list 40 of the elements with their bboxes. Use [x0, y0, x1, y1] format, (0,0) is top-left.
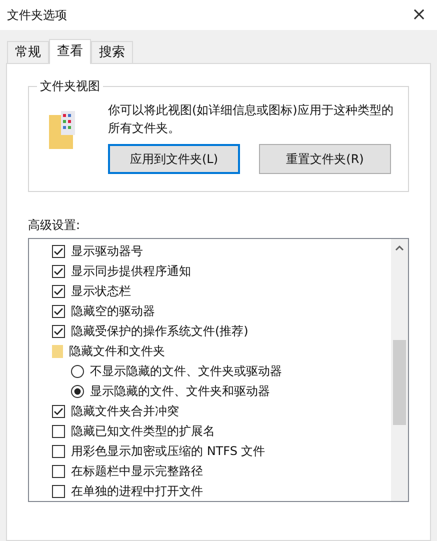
checkbox[interactable] — [52, 484, 65, 498]
setting-label: 隐藏受保护的操作系统文件(推荐) — [71, 323, 248, 340]
scroll-thumb[interactable] — [393, 340, 406, 425]
setting-label: 在标题栏中显示完整路径 — [71, 463, 203, 480]
radio-button[interactable] — [71, 384, 84, 398]
tab[interactable]: 常规 — [7, 41, 49, 63]
radio-button[interactable] — [71, 364, 84, 378]
window-title: 文件夹选项 — [7, 7, 67, 24]
tab[interactable]: 查看 — [49, 39, 91, 64]
setting-label: 用彩色显示加密或压缩的 NTFS 文件 — [71, 443, 266, 460]
scroll-up-icon[interactable] — [395, 245, 404, 251]
setting-label: 显示隐藏的文件、文件夹和驱动器 — [90, 383, 270, 400]
description-text: 你可以将此视图(如详细信息或图标)应用于这种类型的所有文件夹。 — [108, 102, 394, 137]
setting-label: 在单独的进程中打开文件 — [71, 483, 203, 500]
group-title: 文件夹视图 — [37, 78, 103, 94]
setting-label: 显示驱动器号 — [71, 243, 143, 260]
checkbox[interactable] — [52, 424, 65, 438]
setting-label: 隐藏空的驱动器 — [71, 303, 155, 320]
setting-label: 显示状态栏 — [71, 283, 131, 300]
folder-button[interactable]: 应用到文件夹(L) — [108, 144, 240, 174]
folder-icon — [49, 111, 75, 149]
checkbox[interactable] — [52, 324, 65, 338]
setting-label: 隐藏已知文件类型的扩展名 — [71, 423, 215, 440]
advanced-settings-label: 高级设置: — [28, 217, 82, 233]
checkbox[interactable] — [52, 284, 65, 298]
folder-button[interactable]: 重置文件夹(R) — [259, 144, 391, 174]
tab[interactable]: 搜索 — [91, 41, 133, 63]
setting-label: 隐藏文件夹合并冲突 — [71, 403, 179, 420]
scrollbar[interactable] — [391, 239, 408, 501]
checkbox[interactable] — [52, 444, 65, 458]
folder-icon — [52, 344, 63, 358]
checkbox[interactable] — [52, 464, 65, 478]
setting-label: 显示同步提供程序通知 — [71, 263, 191, 280]
checkbox[interactable] — [52, 304, 65, 318]
setting-label: 隐藏文件和文件夹 — [69, 343, 165, 360]
checkbox[interactable] — [52, 404, 65, 418]
checkbox[interactable] — [52, 244, 65, 258]
setting-label: 不显示隐藏的文件、文件夹或驱动器 — [90, 363, 282, 380]
checkbox[interactable] — [52, 264, 65, 278]
close-button[interactable]: × — [407, 6, 431, 24]
